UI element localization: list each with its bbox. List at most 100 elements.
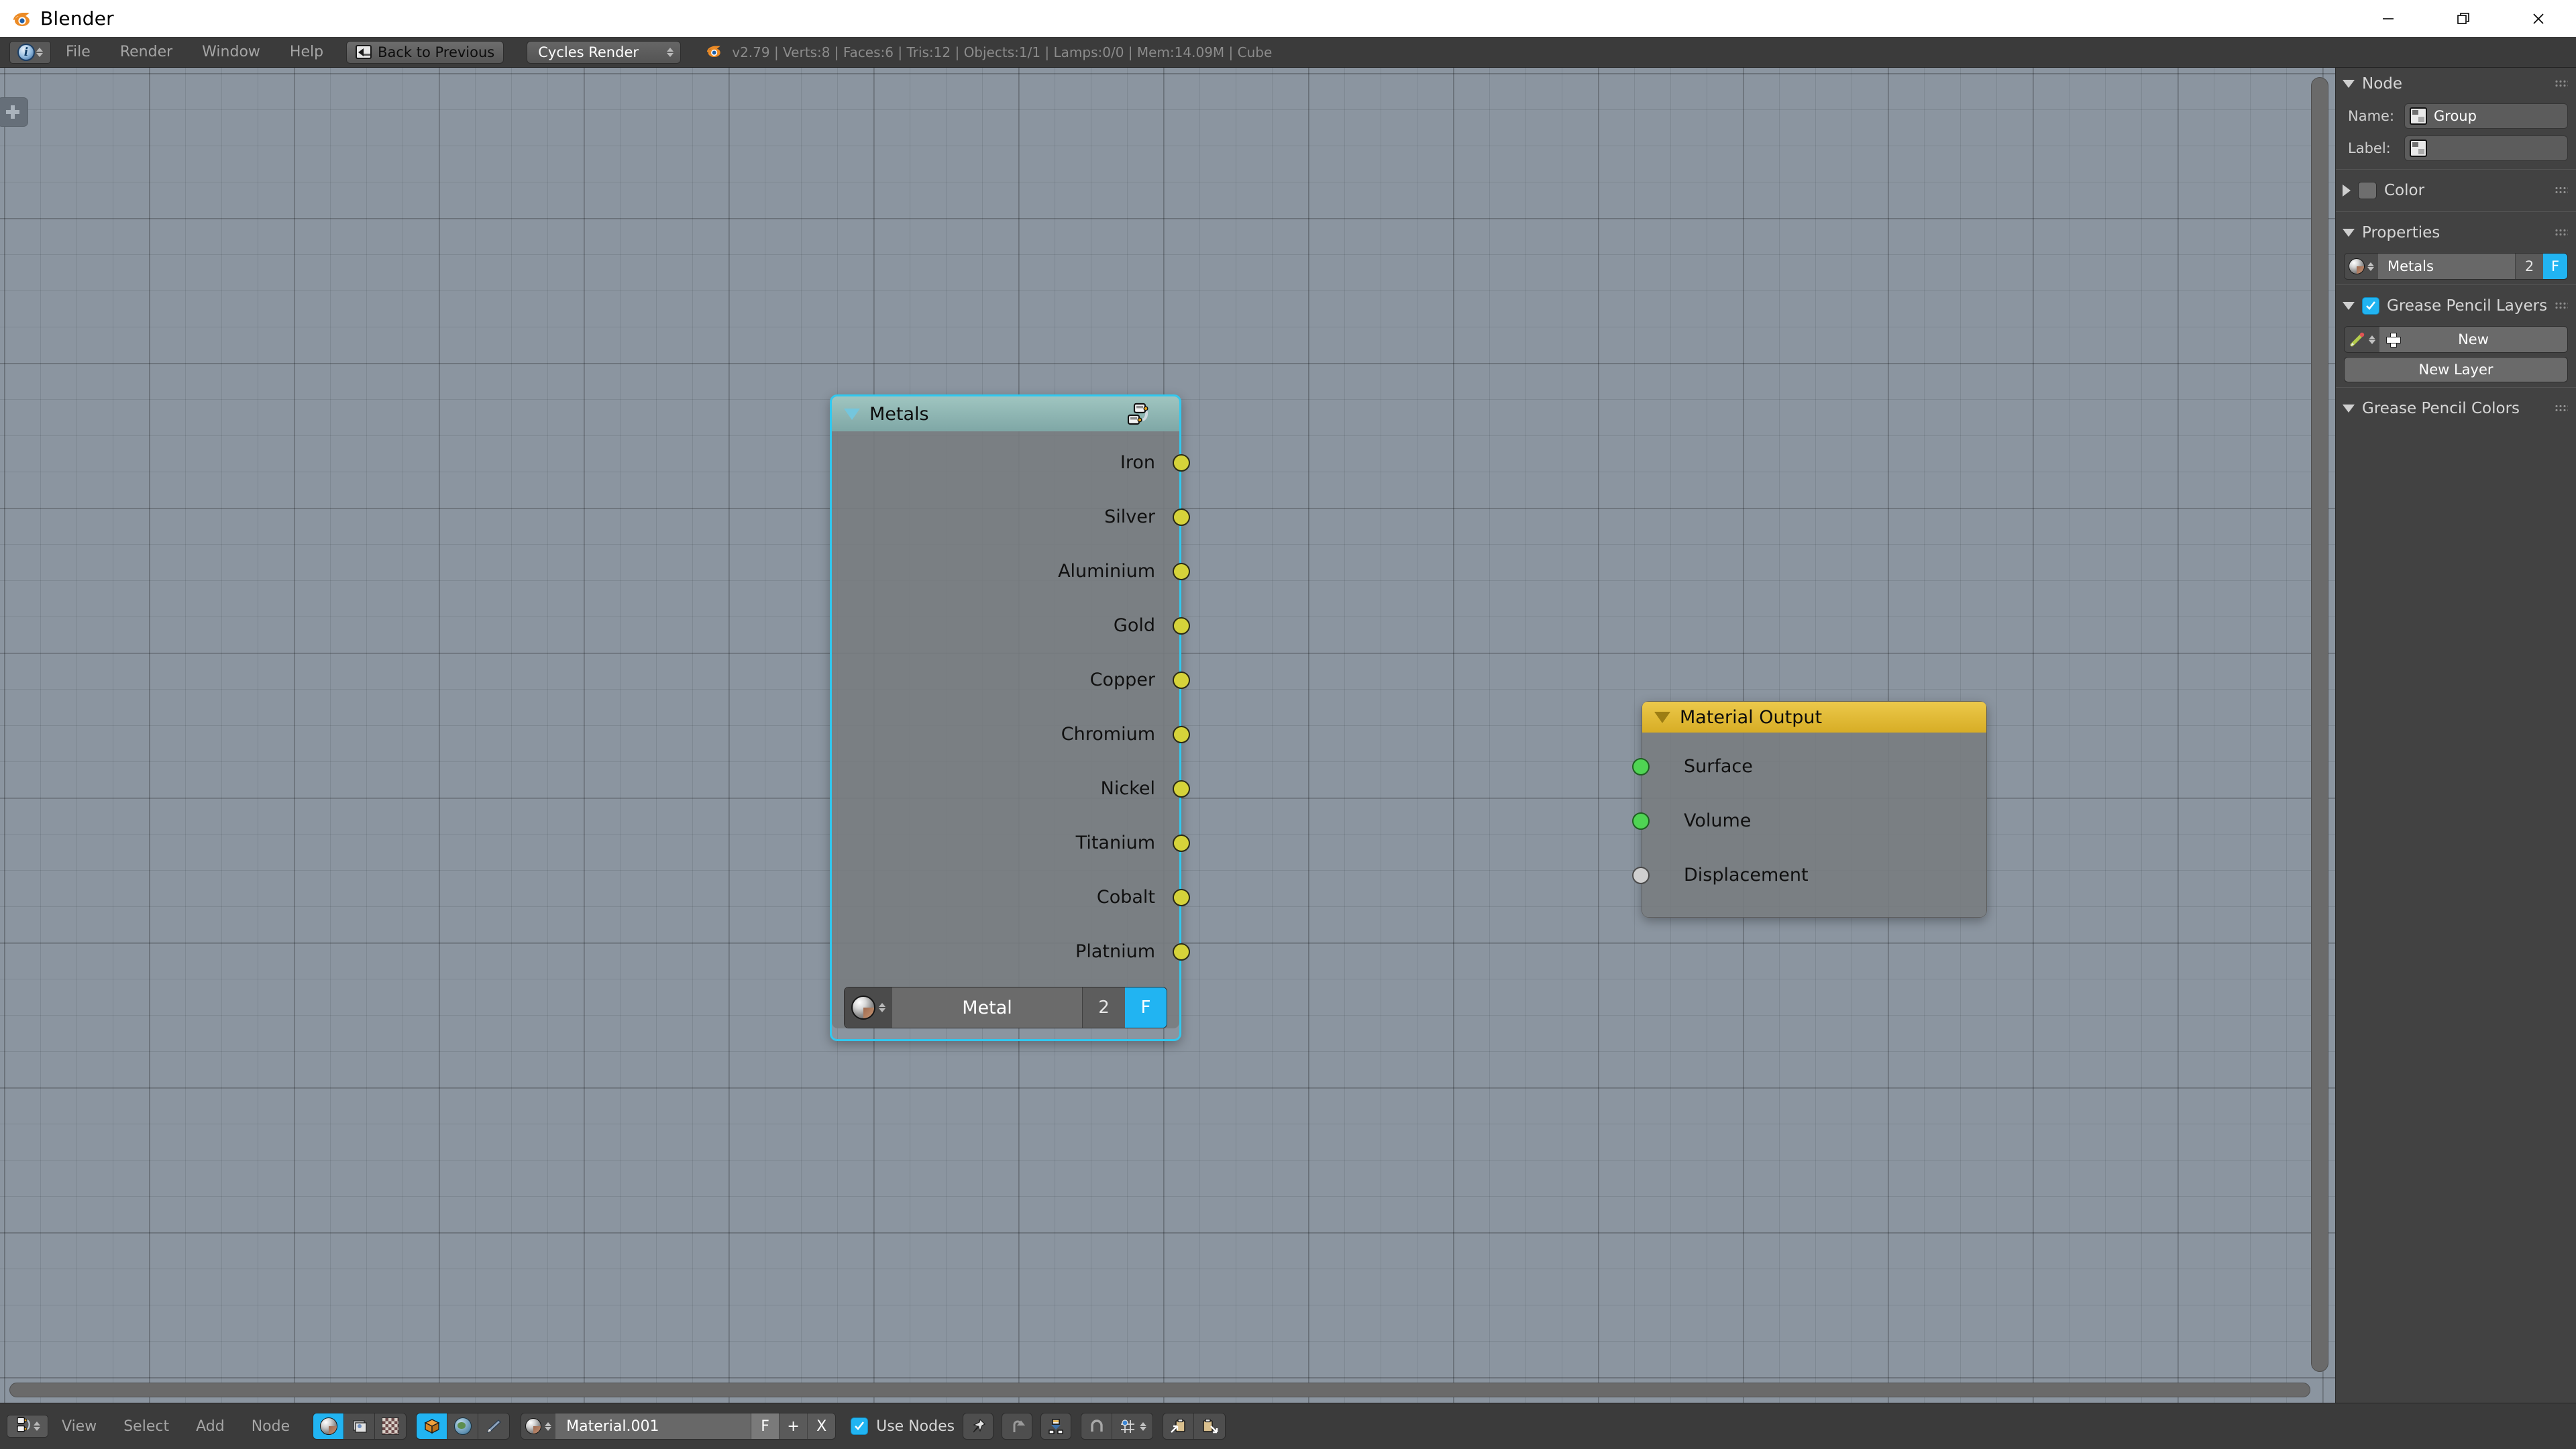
- output-socket[interactable]: [1173, 888, 1190, 906]
- panel-color-header[interactable]: Color: [2336, 174, 2576, 207]
- magnet-icon[interactable]: [1081, 1413, 1113, 1439]
- output-socket[interactable]: [1173, 562, 1190, 580]
- minimize-icon[interactable]: [2351, 0, 2426, 37]
- node-editor-canvas[interactable]: Metals Iron Silver Aluminium Gold Copper…: [0, 68, 2335, 1403]
- panel-node-header[interactable]: Node: [2336, 68, 2576, 100]
- restore-icon[interactable]: [2426, 0, 2501, 37]
- checker-texture-icon[interactable]: [375, 1413, 407, 1439]
- texture-icon[interactable]: [344, 1413, 376, 1439]
- material-icon[interactable]: [313, 1413, 345, 1439]
- new-layer-button[interactable]: New Layer: [2344, 357, 2568, 382]
- menu-node[interactable]: Node: [238, 1418, 303, 1435]
- world-globe-icon[interactable]: [447, 1413, 479, 1439]
- grease-pencil-datablock[interactable]: New: [2344, 326, 2568, 353]
- fake-user-button[interactable]: F: [751, 1413, 780, 1439]
- close-icon[interactable]: [2501, 0, 2576, 37]
- menu-help[interactable]: Help: [275, 37, 338, 68]
- input-socket[interactable]: [1632, 866, 1650, 884]
- datablock-fake-user-button[interactable]: F: [2543, 254, 2567, 279]
- output-socket-row[interactable]: Chromium: [832, 707, 1190, 761]
- input-socket-row[interactable]: Displacement: [1632, 848, 1986, 902]
- vertical-scrollbar[interactable]: [2311, 77, 2328, 1372]
- color-checkbox[interactable]: [2358, 182, 2377, 199]
- use-nodes-checkbox[interactable]: [851, 1417, 869, 1435]
- datablock-name[interactable]: Metals: [2378, 254, 2515, 279]
- node-label-input[interactable]: [2404, 136, 2568, 161]
- output-socket[interactable]: [1173, 943, 1190, 961]
- chevron-updown-icon: [34, 1421, 40, 1431]
- node-material-output[interactable]: Material Output Surface Volume Displacem…: [1632, 701, 1987, 918]
- output-socket[interactable]: [1173, 453, 1190, 472]
- output-socket-row[interactable]: Aluminium: [832, 544, 1190, 598]
- input-socket[interactable]: [1632, 757, 1650, 775]
- grease-pencil-checkbox[interactable]: [2362, 297, 2379, 315]
- menu-file[interactable]: File: [51, 37, 105, 68]
- node-header[interactable]: Metals: [832, 396, 1179, 431]
- paste-icon[interactable]: [1194, 1413, 1226, 1439]
- back-to-previous-button[interactable]: Back to Previous: [346, 40, 504, 64]
- triangle-down-icon[interactable]: [844, 408, 860, 420]
- menu-select[interactable]: Select: [110, 1418, 182, 1435]
- input-socket-row[interactable]: Volume: [1632, 794, 1986, 848]
- output-socket[interactable]: [1173, 780, 1190, 798]
- output-socket-row[interactable]: Copper: [832, 653, 1190, 707]
- output-socket-row[interactable]: Iron: [832, 435, 1190, 490]
- menu-window[interactable]: Window: [187, 37, 275, 68]
- arrow-up-icon[interactable]: [1002, 1413, 1033, 1440]
- snap-node-icon[interactable]: [1040, 1413, 1072, 1440]
- sidebar-material-datablock[interactable]: Metals 2 F: [2344, 253, 2568, 280]
- triangle-down-icon[interactable]: [1654, 711, 1670, 723]
- panel-grease-pencil-layers-header[interactable]: Grease Pencil Layers: [2336, 290, 2576, 322]
- material-name[interactable]: Material.001: [555, 1413, 751, 1439]
- node-name-input[interactable]: Group: [2404, 103, 2568, 129]
- menu-view[interactable]: View: [48, 1418, 110, 1435]
- open-toolbar-tab[interactable]: [0, 97, 28, 127]
- remove-material-button[interactable]: X: [807, 1413, 836, 1439]
- panel-title: Properties: [2362, 224, 2440, 241]
- input-socket[interactable]: [1632, 812, 1650, 830]
- editor-type-selector[interactable]: i: [9, 40, 51, 64]
- editor-type-selector[interactable]: [7, 1415, 48, 1438]
- snap-target-icon[interactable]: [1112, 1413, 1153, 1439]
- input-socket-row[interactable]: Surface: [1632, 739, 1986, 794]
- datablock-type-selector[interactable]: [845, 987, 892, 1028]
- output-socket-row[interactable]: Titanium: [832, 816, 1190, 870]
- output-socket[interactable]: [1173, 508, 1190, 526]
- chevron-updown-icon: [545, 1421, 552, 1431]
- menu-render[interactable]: Render: [105, 37, 187, 68]
- node-header[interactable]: Material Output: [1642, 702, 1986, 733]
- datablock-user-count[interactable]: 2: [2515, 254, 2543, 279]
- shading-context-toggle-group: [416, 1413, 511, 1440]
- node-material-datablock[interactable]: Metal 2 F: [844, 987, 1167, 1028]
- datablock-type-selector[interactable]: [2345, 327, 2379, 352]
- output-socket-row[interactable]: Platnium: [832, 924, 1190, 979]
- brush-icon[interactable]: [478, 1413, 510, 1439]
- node-metals-group[interactable]: Metals Iron Silver Aluminium Gold Copper…: [830, 394, 1190, 1041]
- datablock-fake-user-button[interactable]: F: [1125, 987, 1167, 1028]
- output-socket[interactable]: [1173, 834, 1190, 852]
- use-nodes-toggle[interactable]: Use Nodes: [851, 1417, 955, 1435]
- panel-properties-header[interactable]: Properties: [2336, 217, 2576, 249]
- pin-icon[interactable]: [963, 1413, 994, 1440]
- material-datablock[interactable]: Material.001 F + X: [521, 1413, 837, 1440]
- add-material-button[interactable]: +: [779, 1413, 808, 1439]
- datablock-user-count[interactable]: 2: [1082, 987, 1125, 1028]
- menu-add[interactable]: Add: [182, 1418, 238, 1435]
- object-cube-icon[interactable]: [417, 1413, 448, 1439]
- node-body: Surface Volume Displacement: [1632, 733, 1986, 917]
- datablock-type-selector[interactable]: [521, 1413, 556, 1439]
- new-grease-pencil-button[interactable]: New: [2379, 327, 2567, 352]
- output-socket[interactable]: [1173, 725, 1190, 743]
- panel-grease-pencil-colors-header[interactable]: Grease Pencil Colors: [2336, 392, 2576, 425]
- horizontal-scrollbar[interactable]: [9, 1383, 2310, 1397]
- output-socket-row[interactable]: Gold: [832, 598, 1190, 653]
- render-engine-select[interactable]: Cycles Render: [527, 40, 682, 64]
- datablock-type-selector[interactable]: [2345, 254, 2378, 279]
- copy-icon[interactable]: [1163, 1413, 1195, 1439]
- datablock-name[interactable]: Metal: [892, 987, 1082, 1028]
- output-socket-row[interactable]: Cobalt: [832, 870, 1190, 924]
- output-socket-row[interactable]: Nickel: [832, 761, 1190, 816]
- output-socket[interactable]: [1173, 671, 1190, 689]
- output-socket[interactable]: [1173, 616, 1190, 635]
- output-socket-row[interactable]: Silver: [832, 490, 1190, 544]
